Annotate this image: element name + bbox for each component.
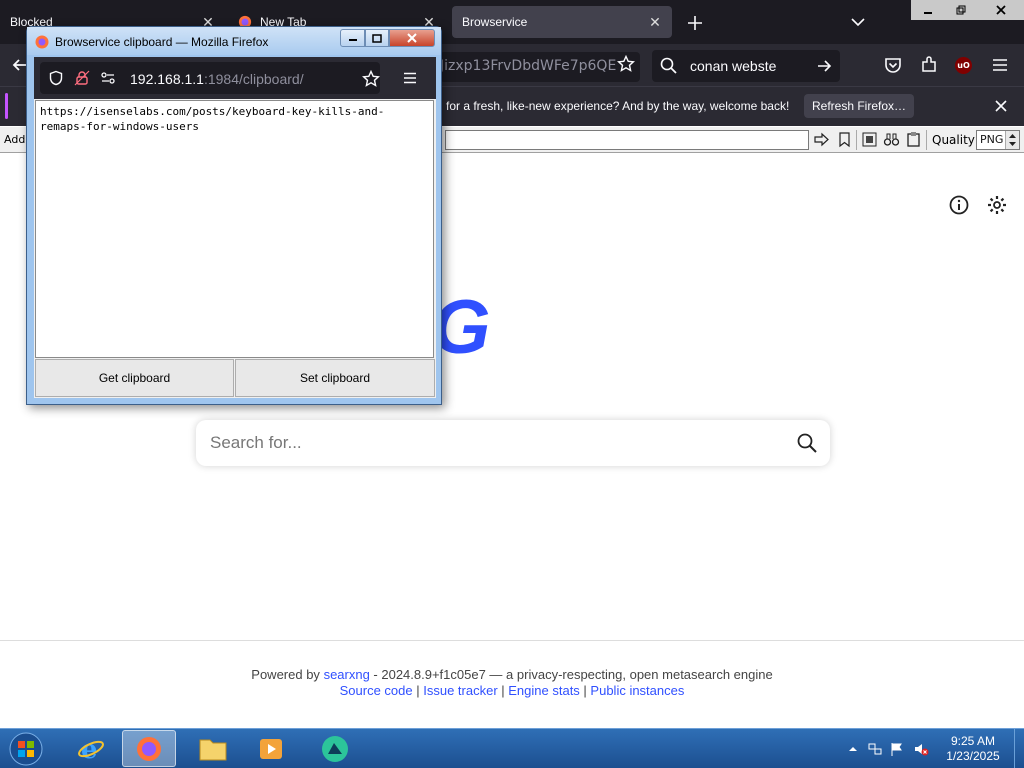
search-bar[interactable]: conan webste: [652, 50, 840, 82]
popup-titlebar[interactable]: Browservice clipboard — Mozilla Firefox: [27, 27, 441, 55]
tab-label: Browservice: [462, 15, 528, 29]
separator: |: [497, 683, 509, 698]
ublock-origin-icon[interactable]: uO: [955, 57, 972, 74]
pocket-icon[interactable]: [883, 55, 903, 75]
url-bar[interactable]: Jizxp13FrvDbdWFe7p6QE: [440, 52, 640, 82]
address-input[interactable]: [445, 130, 809, 150]
minimize-icon[interactable]: [911, 0, 944, 20]
popup-window-controls: [340, 29, 435, 47]
screenshot-icon[interactable]: [861, 131, 878, 148]
clipboard-popup-window: Browservice clipboard — Mozilla Firefox …: [26, 26, 442, 405]
separator: |: [579, 683, 591, 698]
public-instances-link[interactable]: Public instances: [590, 683, 684, 698]
app-icon[interactable]: [308, 730, 362, 767]
svg-text:e: e: [81, 735, 98, 764]
go-arrow-icon[interactable]: [813, 131, 830, 148]
extensions-icon[interactable]: [919, 55, 939, 75]
new-tab-icon[interactable]: [686, 14, 704, 32]
firefox-taskbar-icon[interactable]: [122, 730, 176, 767]
bookmark-icon[interactable]: [836, 131, 853, 148]
engine-stats-link[interactable]: Engine stats: [508, 683, 580, 698]
notification-accent: [5, 93, 8, 119]
popup-nav-bar: 192.168.1.1:1984/clipboard/: [34, 57, 436, 99]
close-icon[interactable]: [977, 0, 1024, 20]
action-center-flag-icon[interactable]: [889, 741, 905, 757]
media-player-icon[interactable]: [244, 730, 298, 767]
notification-text: for a fresh, like-new experience? And by…: [446, 99, 790, 113]
powered-by-text: Powered by: [251, 667, 320, 682]
tab-close-icon[interactable]: ✕: [648, 15, 662, 29]
permissions-icon[interactable]: [100, 70, 116, 86]
gear-icon[interactable]: [986, 194, 1008, 216]
desktop-screen: Blocked ✕ New Tab ✕ Browservice ✕ Jizxp1…: [0, 0, 1024, 768]
version-text: - 2024.8.9+f1c05e7 — a privacy-respectin…: [369, 667, 773, 682]
search-input[interactable]: [210, 420, 770, 466]
clipboard-page: https://isenselabs.com/posts/keyboard-ke…: [34, 99, 436, 398]
quality-value: PNG: [980, 133, 1004, 146]
internet-explorer-icon[interactable]: e: [64, 730, 118, 767]
show-hidden-icons-icon[interactable]: [845, 741, 861, 757]
clock-time: 9:25 AM: [950, 734, 996, 748]
refresh-firefox-button[interactable]: Refresh Firefox…: [804, 94, 914, 118]
searxng-link[interactable]: searxng: [324, 667, 370, 682]
maximize-icon[interactable]: [365, 29, 389, 47]
footer-links: Source code | Issue tracker | Engine sta…: [0, 683, 1024, 699]
toolbar-separator: [856, 130, 857, 150]
url-path: :1984/clipboard/: [203, 71, 304, 87]
windows-start-icon[interactable]: [6, 731, 46, 767]
window-controls: [911, 0, 1024, 20]
get-clipboard-button[interactable]: Get clipboard: [35, 359, 234, 397]
toolbar-separator: [926, 130, 927, 150]
separator: |: [412, 683, 424, 698]
footer: Powered by searxng - 2024.8.9+f1c05e7 — …: [0, 640, 1024, 728]
minimize-icon[interactable]: [340, 29, 365, 47]
chevron-down-icon[interactable]: [850, 14, 866, 30]
quality-label: Quality: [932, 133, 975, 147]
popup-url-bar[interactable]: 192.168.1.1:1984/clipboard/: [40, 62, 380, 94]
tab-browservice[interactable]: Browservice ✕: [452, 6, 672, 38]
find-binoculars-icon[interactable]: [883, 131, 900, 148]
firefox-icon: [35, 35, 49, 49]
show-desktop-button[interactable]: [1014, 729, 1024, 768]
shield-icon[interactable]: [48, 70, 64, 86]
close-icon[interactable]: [994, 99, 1008, 113]
search-box: [196, 420, 830, 466]
set-clipboard-button[interactable]: Set clipboard: [235, 359, 435, 397]
insecure-lock-icon[interactable]: [74, 70, 90, 86]
taskbar: e 9:25 AM 1/23/2025: [0, 728, 1024, 768]
close-icon[interactable]: [389, 29, 435, 47]
file-explorer-icon[interactable]: [186, 730, 240, 767]
clock-date: 1/23/2025: [946, 749, 1000, 763]
star-icon[interactable]: [362, 70, 380, 88]
popup-title: Browservice clipboard — Mozilla Firefox: [55, 35, 269, 49]
hamburger-menu-icon[interactable]: [990, 55, 1010, 75]
arrow-right-icon[interactable]: [816, 58, 832, 74]
info-icon[interactable]: [948, 194, 970, 216]
network-icon[interactable]: [867, 741, 883, 757]
system-clock[interactable]: 9:25 AM 1/23/2025: [935, 734, 1011, 764]
quality-select[interactable]: PNG: [976, 130, 1020, 150]
url-text: Jizxp13FrvDbdWFe7p6QE: [440, 58, 617, 74]
hamburger-menu-icon[interactable]: [402, 70, 418, 86]
clipboard-textarea[interactable]: https://isenselabs.com/posts/keyboard-ke…: [35, 100, 434, 358]
spinner-arrows-icon[interactable]: [1005, 131, 1019, 149]
search-icon: [660, 57, 677, 74]
star-icon[interactable]: [617, 55, 635, 73]
url-host: 192.168.1.1: [130, 71, 204, 87]
search-icon[interactable]: [796, 432, 818, 454]
address-label: Add: [4, 133, 26, 146]
source-code-link[interactable]: Source code: [340, 683, 413, 698]
search-text: conan webste: [690, 58, 777, 74]
volume-muted-icon[interactable]: [913, 741, 929, 757]
issue-tracker-link[interactable]: Issue tracker: [423, 683, 497, 698]
restore-icon[interactable]: [944, 0, 977, 20]
popup-url-text: 192.168.1.1:1984/clipboard/: [130, 71, 304, 87]
footer-line-1: Powered by searxng - 2024.8.9+f1c05e7 — …: [0, 667, 1024, 683]
clipboard-icon[interactable]: [905, 131, 922, 148]
